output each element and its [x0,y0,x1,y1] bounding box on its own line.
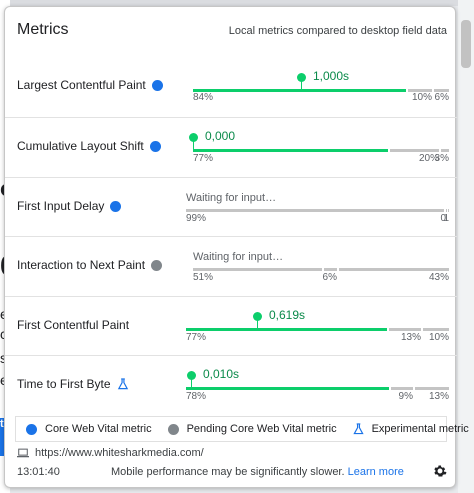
needs-improvement-percent: 10% [411,92,432,103]
good-percent: 84% [193,92,214,103]
good-segment [193,149,388,152]
metric-name-text: Largest Contentful Paint [17,78,146,92]
needs-improvement-segment [446,209,447,212]
metric-row: First Contentful Paint 77% 13% 10% 0,619s [5,296,457,355]
needs-improvement-percent: 6% [322,272,337,283]
footer-note-text: Mobile performance may be significantly … [111,466,345,478]
distribution-bar [193,149,449,152]
poor-segment [415,387,449,390]
legend-core-label: Core Web Vital metric [45,423,152,435]
footer-note: Mobile performance may be significantly … [111,466,404,478]
good-percent: 99% [186,213,207,224]
metric-row: Interaction to Next Paint 51% 6% 43% Waiting… [5,236,457,295]
flask-icon [352,423,364,435]
poor-percent: 13% [428,391,449,402]
needs-improvement-percent: 9% [398,391,413,402]
blue-dot-icon [26,423,37,435]
distribution-bar [186,387,449,390]
good-percent: 78% [186,391,207,402]
good-percent: 77% [193,153,214,164]
poor-percent: 43% [428,272,449,283]
learn-more-link[interactable]: Learn more [348,466,404,478]
metric-row: Time to First Byte 78% 9% 13% 0,010s [5,355,457,414]
waiting-text: Waiting for input… [186,192,277,204]
poor-segment [441,149,449,152]
good-percent: 77% [186,332,207,343]
legend-core: Core Web Vital metric [26,423,152,435]
poor-segment [448,209,449,212]
blue-dot-icon [110,200,122,212]
local-value-dot [187,371,196,380]
grey-dot-icon [167,423,179,435]
scrollbar[interactable] [458,0,474,493]
timestamp: 13:01:40 [17,466,60,478]
distribution-bar [186,209,449,212]
local-value-dot [189,133,198,142]
metric-name-text: First Input Delay [17,199,105,213]
needs-improvement-segment [324,268,337,271]
good-segment [193,268,322,271]
local-value: 1,000s [313,69,350,83]
needs-improvement-segment [390,149,439,152]
needs-improvement-percent: 13% [400,332,421,343]
good-segment [186,387,389,390]
needs-improvement-segment [391,387,413,390]
legend-pending: Pending Core Web Vital metric [167,423,337,435]
blue-dot-icon [151,79,163,91]
poor-percent: 6% [434,92,449,103]
legend-pending-label: Pending Core Web Vital metric [186,423,337,435]
metric-name-text: First Contentful Paint [17,318,130,332]
blue-dot-icon [149,140,161,152]
legend-experimental: Experimental metric [352,423,469,435]
poor-percent: 1 [443,213,449,224]
laptop-icon [17,448,29,458]
metric-name: First Input Delay [17,199,122,213]
local-value: 0,619s [269,308,306,322]
local-value-dot [297,73,306,82]
metric-row: Cumulative Layout Shift 77% 20% 3% 0,000 [5,117,457,176]
poor-percent: 3% [434,153,449,164]
scrollbar-thumb[interactable] [461,20,471,68]
distribution-bar [193,89,449,92]
metric-row: First Input Delay 99% 0 1 Waiting for input… [5,177,457,236]
legend-experimental-label: Experimental metric [371,423,469,435]
local-value: 0,000 [205,129,236,143]
local-value: 0,010s [203,367,240,381]
needs-improvement-segment [389,328,421,331]
distribution-bar [193,268,449,271]
url-text[interactable]: https://www.whitesharkmedia.com/ [35,447,204,459]
popup-subtitle: Local metrics compared to desktop field … [228,25,447,37]
waiting-text: Waiting for input… [193,251,284,263]
distribution-bar [186,328,449,331]
metric-name: Largest Contentful Paint [17,78,163,92]
metric-name: Cumulative Layout Shift [17,139,161,153]
page-url: https://www.whitesharkmedia.com/ [17,447,204,459]
metric-name-text: Interaction to Next Paint [17,258,146,272]
poor-percent: 10% [428,332,449,343]
gear-icon[interactable] [433,464,447,478]
metric-name: Interaction to Next Paint [17,258,163,272]
poor-segment [339,268,449,271]
good-segment [193,89,406,92]
poor-segment [423,328,449,331]
metric-name-text: Cumulative Layout Shift [17,139,144,153]
popup-header: Metrics Local metrics compared to deskto… [17,21,447,41]
flask-icon [117,378,128,390]
grey-dot-icon [151,259,163,271]
good-segment [186,209,444,212]
metric-name: First Contentful Paint [17,318,129,332]
local-value-dot [253,312,262,321]
good-percent: 51% [193,272,214,283]
good-segment [186,328,387,331]
metric-name-text: Time to First Byte [17,377,111,391]
legend: Core Web Vital metric Pending Core Web V… [15,416,469,442]
metrics-popup: Metrics Local metrics compared to deskto… [4,6,469,488]
metric-row: Largest Contentful Paint 84% 10% 6% 1,000s [5,57,457,116]
popup-title: Metrics [17,21,69,38]
metric-name: Time to First Byte [17,377,129,391]
